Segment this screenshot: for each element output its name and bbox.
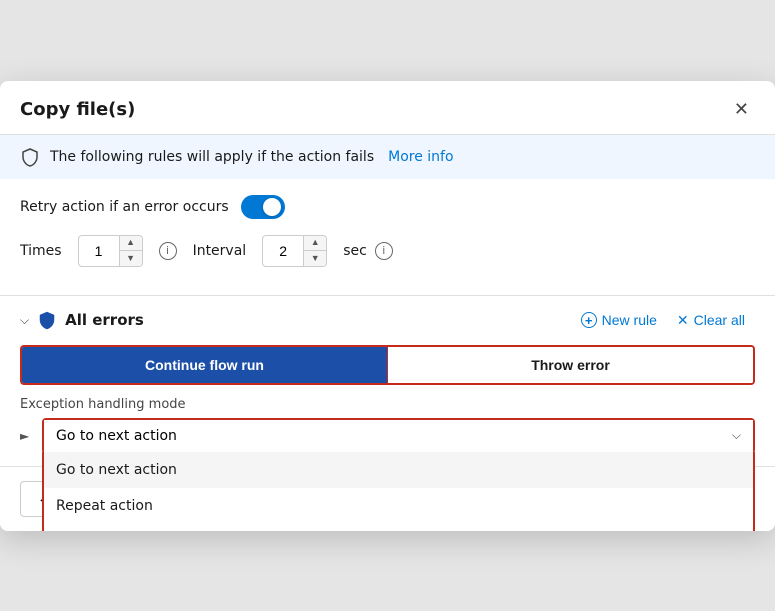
new-rule-button[interactable]: + New rule — [571, 308, 667, 332]
interval-arrows: ▲ ▼ — [303, 235, 326, 267]
retry-label: Retry action if an error occurs — [20, 199, 229, 215]
continue-flow-tab[interactable]: Continue flow run — [22, 347, 387, 383]
errors-actions: + New rule ✕ Clear all — [571, 308, 755, 333]
more-info-link[interactable]: More info — [388, 149, 453, 165]
tab-row: Continue flow run Throw error — [20, 345, 755, 385]
errors-header: ⌵ All errors + New rule ✕ Clear all — [20, 308, 755, 333]
dropdown-wrapper[interactable]: Go to next action ⌵ Go to next action Re… — [42, 418, 755, 454]
toggle-knob — [263, 198, 281, 216]
retry-toggle[interactable] — [241, 195, 285, 219]
times-up-button[interactable]: ▲ — [120, 235, 142, 251]
dropdown-selected[interactable]: Go to next action ⌵ — [44, 420, 753, 452]
errors-section: ⌵ All errors + New rule ✕ Clear all Cont… — [0, 300, 775, 385]
dropdown-option-3[interactable]: Go to label — [44, 524, 753, 531]
info-banner: The following rules will apply if the ac… — [0, 135, 775, 179]
interval-down-button[interactable]: ▼ — [304, 251, 326, 267]
interval-input[interactable] — [263, 243, 303, 259]
dropdown-option-1[interactable]: Go to next action — [44, 452, 753, 488]
errors-left: ⌵ All errors — [20, 310, 144, 330]
dialog-header: Copy file(s) ✕ — [0, 81, 775, 135]
times-label: Times — [20, 243, 62, 259]
dropdown-list: Go to next action Repeat action Go to la… — [42, 452, 755, 531]
chevron-down-icon[interactable]: ⌵ — [20, 313, 29, 328]
chevron-down-icon: ⌵ — [732, 428, 741, 443]
times-info-icon: i — [159, 242, 177, 260]
interval-label: Interval — [193, 243, 247, 259]
shield-icon — [20, 147, 40, 167]
times-row: Times ▲ ▼ i Interval ▲ ▼ seci — [20, 235, 755, 267]
times-input[interactable] — [79, 243, 119, 259]
errors-title: All errors — [65, 311, 144, 329]
dialog: Copy file(s) ✕ The following rules will … — [0, 81, 775, 531]
interval-up-button[interactable]: ▲ — [304, 235, 326, 251]
dialog-title: Copy file(s) — [20, 99, 135, 120]
close-button[interactable]: ✕ — [728, 97, 755, 122]
exception-section: Exception handling mode ► Go to next act… — [0, 397, 775, 466]
interval-info-icon: i — [375, 242, 393, 260]
times-arrows: ▲ ▼ — [119, 235, 142, 267]
shield-blue-icon — [37, 310, 57, 330]
retry-row: Retry action if an error occurs — [20, 195, 755, 219]
dropdown-container: ► Go to next action ⌵ Go to next action … — [42, 418, 755, 454]
plus-circle-icon: + — [581, 312, 597, 328]
dropdown-option-2[interactable]: Repeat action — [44, 488, 753, 524]
clear-all-button[interactable]: ✕ Clear all — [667, 308, 755, 333]
exception-label: Exception handling mode — [20, 397, 755, 412]
expand-arrow-icon[interactable]: ► — [20, 429, 29, 443]
section-divider — [0, 295, 775, 296]
retry-section: Retry action if an error occurs Times ▲ … — [0, 179, 775, 291]
info-banner-text: The following rules will apply if the ac… — [50, 149, 374, 165]
interval-spinner[interactable]: ▲ ▼ — [262, 235, 327, 267]
times-down-button[interactable]: ▼ — [120, 251, 142, 267]
sec-label: seci — [343, 242, 393, 260]
throw-error-tab[interactable]: Throw error — [388, 347, 753, 383]
x-icon: ✕ — [677, 312, 689, 329]
dropdown-selected-value: Go to next action — [56, 428, 177, 444]
times-spinner[interactable]: ▲ ▼ — [78, 235, 143, 267]
